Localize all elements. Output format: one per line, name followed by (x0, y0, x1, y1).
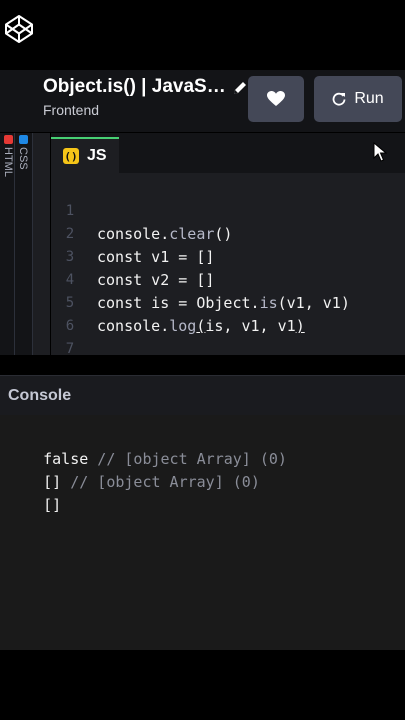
console-output: false // [object Array] (0) [] // [objec… (0, 415, 405, 650)
run-button[interactable]: Run (314, 76, 402, 122)
like-button[interactable] (248, 76, 304, 122)
editor-gutter-space (33, 133, 50, 355)
tab-css[interactable]: CSS (15, 133, 33, 355)
code-line: 4 const is = Object.is(v1, v1) (51, 246, 350, 312)
tab-html-label: HTML (2, 147, 14, 177)
pen-author[interactable]: Frontend (43, 101, 99, 119)
panel-resize-handle[interactable] (0, 355, 405, 375)
tab-html[interactable]: HTML (0, 133, 15, 355)
code-line: 6 (51, 292, 87, 334)
pencil-icon[interactable] (232, 80, 248, 96)
codepen-logo-icon[interactable] (4, 14, 34, 44)
pen-title[interactable]: Object.is() | JavaSc... (43, 76, 228, 98)
code-line: 1 console.clear() (51, 177, 233, 243)
code-line: 3 const v2 = [] (51, 223, 215, 289)
console-title: Console (8, 387, 72, 404)
tab-css-label: CSS (17, 147, 29, 170)
refresh-icon (332, 92, 346, 106)
mouse-cursor-icon (373, 142, 387, 162)
code-line: 7 (51, 315, 87, 357)
js-icon: () (63, 148, 79, 164)
tab-js-label: JS (87, 147, 107, 164)
run-label: Run (354, 90, 384, 107)
console-line: [] (43, 496, 62, 514)
code-line: 5 console.log(is, v1, v1) (51, 269, 305, 335)
js-code-editor[interactable]: 1 console.clear() 2 const v1 = [] 3 cons… (51, 173, 405, 357)
bottom-area (0, 650, 405, 720)
code-line: 2 const v1 = [] (51, 200, 215, 266)
heart-icon (267, 91, 285, 106)
tab-js[interactable]: () JS (51, 137, 119, 173)
css-icon (18, 135, 28, 144)
html-icon (3, 135, 13, 144)
